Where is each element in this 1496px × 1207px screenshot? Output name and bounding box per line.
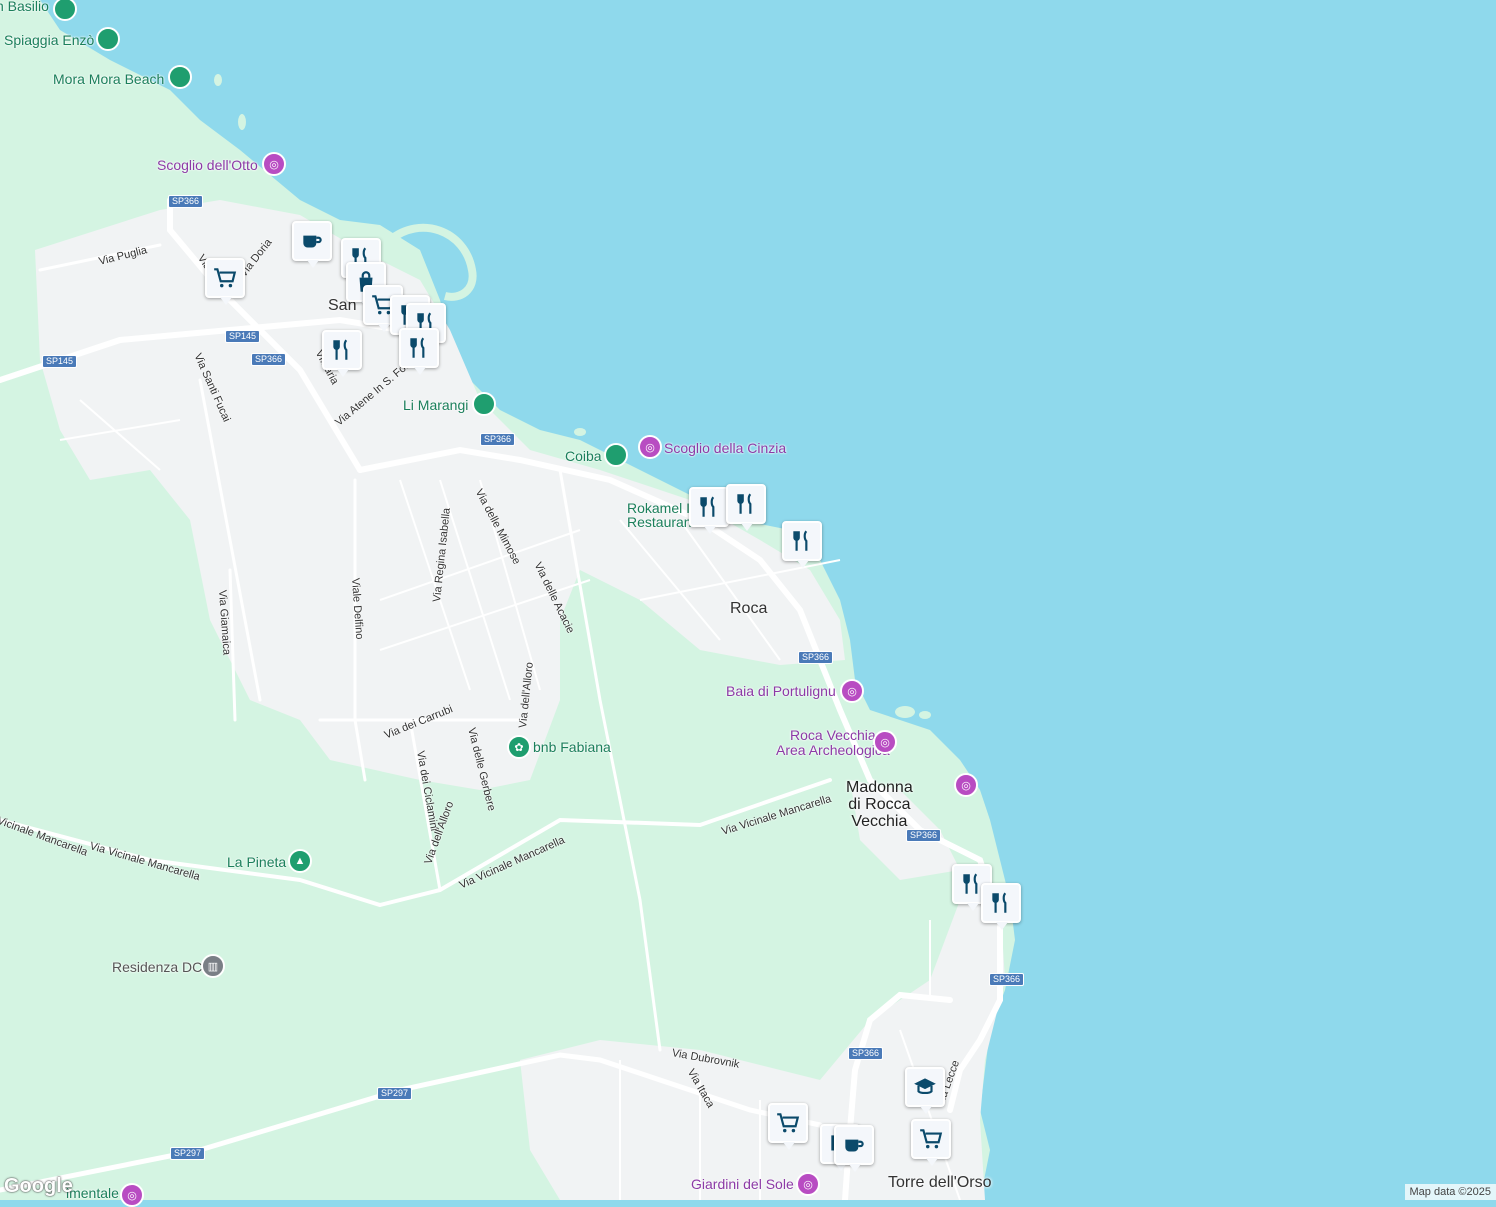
poi-bottom-left[interactable]: imentale bbox=[66, 1185, 119, 1201]
road-shield-sp366: SP366 bbox=[906, 829, 941, 842]
restaurant-icon bbox=[988, 890, 1014, 916]
cart-icon bbox=[212, 265, 238, 291]
poi-residenza-dc[interactable]: Residenza DC bbox=[112, 959, 202, 975]
coffee-icon bbox=[841, 1132, 867, 1158]
poi-giardini-del-sole[interactable]: Giardini del Sole bbox=[691, 1176, 794, 1192]
building-icon[interactable]: ▥ bbox=[201, 954, 225, 978]
poi-baia-di-portulignu[interactable]: Baia di Portulignu bbox=[726, 683, 836, 699]
grocery-marker[interactable] bbox=[768, 1103, 808, 1143]
camera-icon[interactable]: ◎ bbox=[840, 679, 864, 703]
map-attribution[interactable]: Map data ©2025 bbox=[1405, 1184, 1496, 1200]
coffee-icon bbox=[299, 228, 325, 254]
place-madonna-line-1: Madonna bbox=[846, 779, 913, 796]
restaurant-icon bbox=[406, 335, 432, 361]
place-roca: Roca bbox=[730, 600, 767, 618]
beach-pin-icon[interactable] bbox=[472, 392, 496, 416]
restaurant-icon bbox=[733, 491, 759, 517]
school-icon bbox=[912, 1074, 938, 1100]
islet bbox=[895, 706, 915, 718]
poi-rokamel-line-2: Restaurant bbox=[627, 515, 695, 529]
poi-li-marangi[interactable]: Li Marangi bbox=[403, 397, 468, 413]
poi-bnb-fabiana[interactable]: bnb Fabiana bbox=[533, 739, 611, 755]
islet bbox=[238, 114, 246, 130]
restaurant-marker[interactable] bbox=[399, 328, 439, 368]
road-shield-sp145: SP145 bbox=[225, 330, 260, 343]
poi-la-pineta[interactable]: La Pineta bbox=[227, 854, 286, 870]
restaurant-marker[interactable] bbox=[981, 883, 1021, 923]
place-madonna-line-3: Vecchia bbox=[846, 813, 913, 830]
restaurant-marker[interactable] bbox=[726, 484, 766, 524]
road-shield-sp366: SP366 bbox=[480, 433, 515, 446]
restaurant-icon bbox=[789, 528, 815, 554]
road-shield-sp297: SP297 bbox=[377, 1087, 412, 1100]
google-logo: Google bbox=[4, 1175, 73, 1198]
camera-icon[interactable]: ◎ bbox=[262, 152, 286, 176]
school-marker[interactable] bbox=[905, 1067, 945, 1107]
islet bbox=[214, 74, 222, 86]
restaurant-icon bbox=[696, 494, 722, 520]
cart-icon bbox=[918, 1126, 944, 1152]
poi-rokamel-line-1: Rokamel I bbox=[627, 501, 695, 515]
camera-icon[interactable]: ◎ bbox=[873, 730, 897, 754]
grocery-marker[interactable] bbox=[205, 258, 245, 298]
cart-icon bbox=[775, 1110, 801, 1136]
camping-icon[interactable]: ▲ bbox=[288, 849, 312, 873]
place-torre-dell-orso: Torre dell'Orso bbox=[888, 1174, 992, 1192]
poi-mora-mora-beach[interactable]: Mora Mora Beach bbox=[53, 71, 164, 87]
camera-icon[interactable]: ◎ bbox=[120, 1183, 144, 1207]
beach-pin-icon[interactable] bbox=[96, 27, 120, 51]
road-shield-sp366: SP366 bbox=[251, 353, 286, 366]
road-shield-sp366: SP366 bbox=[798, 651, 833, 664]
camera-icon[interactable]: ◎ bbox=[638, 435, 662, 459]
camera-icon[interactable]: ◎ bbox=[796, 1172, 820, 1196]
road-shield-sp145: SP145 bbox=[42, 355, 77, 368]
camera-icon[interactable]: ◎ bbox=[954, 773, 978, 797]
flower-icon[interactable]: ✿ bbox=[507, 735, 531, 759]
poi-coiba[interactable]: Coiba bbox=[565, 448, 602, 464]
coffee-marker[interactable] bbox=[834, 1125, 874, 1165]
poi-scoglio-della-cinzia[interactable]: Scoglio della Cinzia bbox=[664, 440, 786, 456]
poi-scoglio-dell-otto[interactable]: Scoglio dell'Otto bbox=[157, 157, 258, 173]
road-shield-sp366: SP366 bbox=[168, 195, 203, 208]
place-madonna-line-2: di Rocca bbox=[846, 796, 913, 813]
islet bbox=[919, 711, 931, 719]
road-shield-sp297: SP297 bbox=[170, 1147, 205, 1160]
restaurant-marker[interactable] bbox=[322, 330, 362, 370]
restaurant-icon bbox=[329, 337, 355, 363]
place-madonna-di-rocca-vecchia: Madonna di Rocca Vecchia bbox=[846, 779, 913, 830]
restaurant-marker[interactable] bbox=[782, 521, 822, 561]
road-shield-sp366: SP366 bbox=[848, 1047, 883, 1060]
poi-san-basilio[interactable]: n Basilio bbox=[0, 0, 49, 14]
islet bbox=[574, 428, 586, 436]
beach-pin-icon[interactable] bbox=[604, 443, 628, 467]
beach-pin-icon[interactable] bbox=[168, 65, 192, 89]
grocery-marker[interactable] bbox=[911, 1119, 951, 1159]
road-shield-sp366: SP366 bbox=[989, 973, 1024, 986]
coffee-marker[interactable] bbox=[292, 221, 332, 261]
restaurant-marker[interactable] bbox=[689, 487, 729, 527]
poi-rokamel-restaurant[interactable]: Rokamel I Restaurant bbox=[627, 501, 695, 529]
poi-spiaggia-enzo[interactable]: Spiaggia Enzò bbox=[4, 32, 94, 48]
